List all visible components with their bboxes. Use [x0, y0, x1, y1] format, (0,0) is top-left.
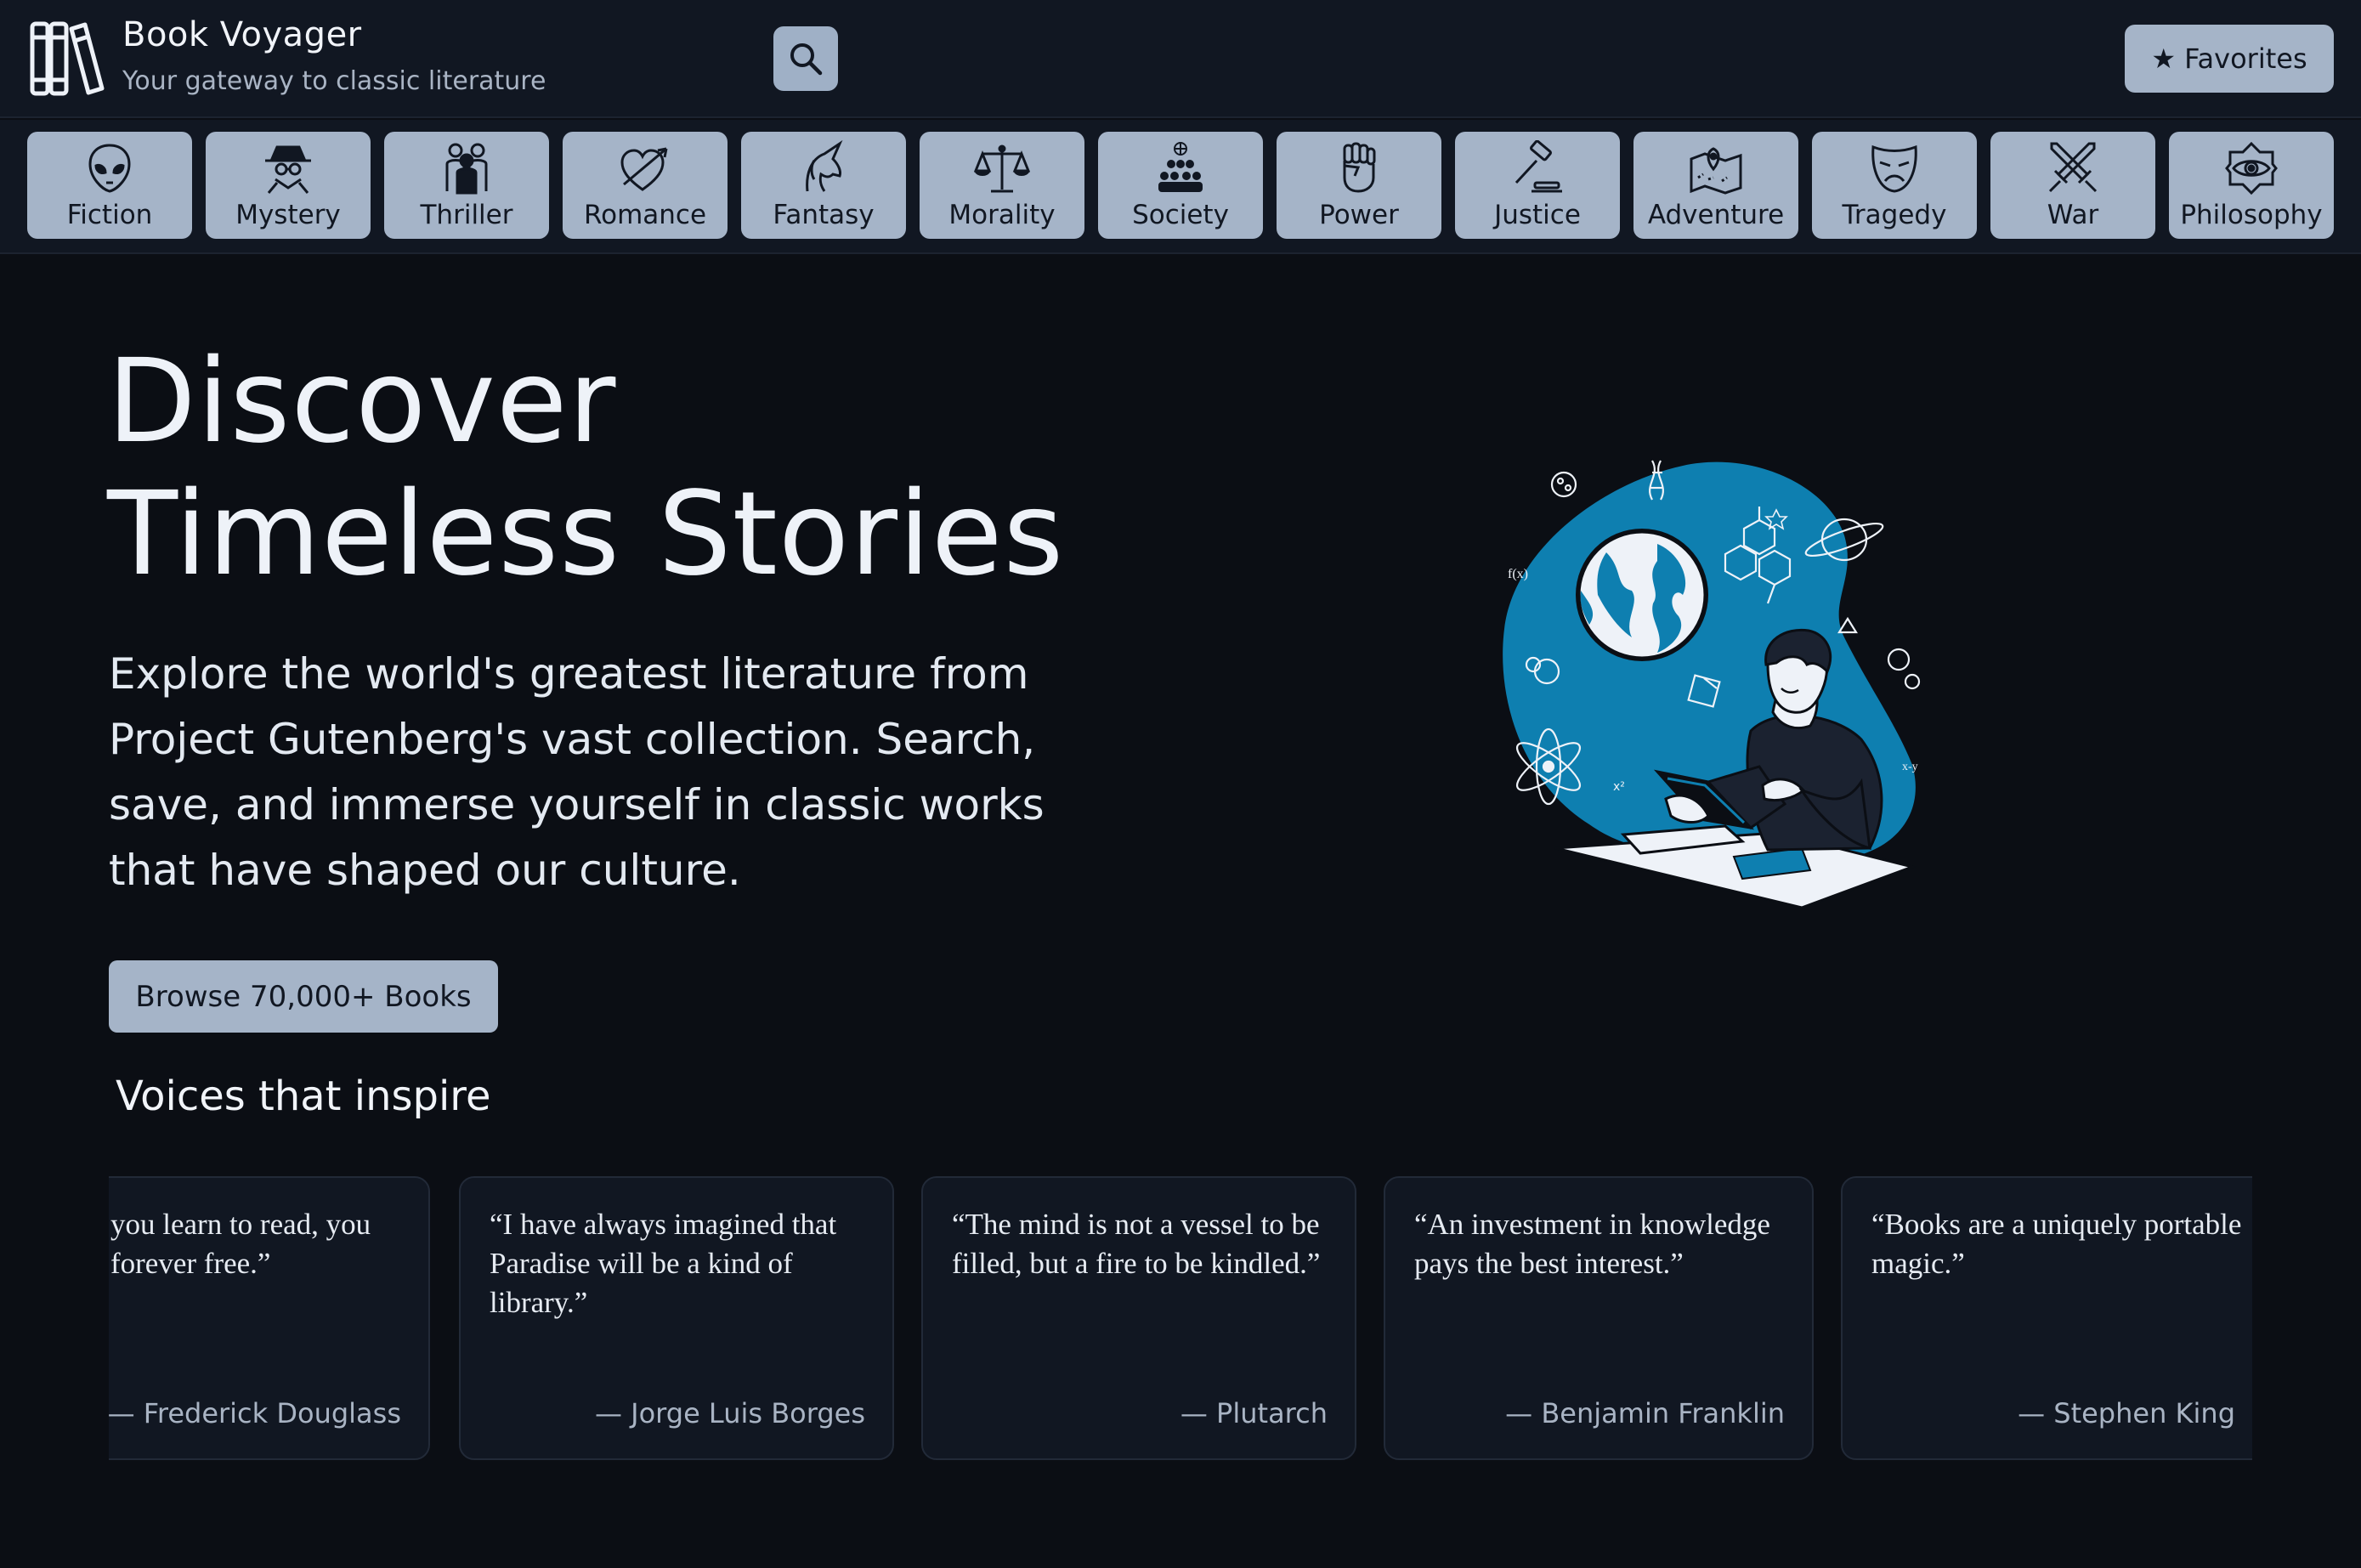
spy-icon	[265, 145, 311, 194]
unicorn-icon	[806, 140, 843, 192]
scales-icon	[974, 144, 1030, 193]
hero-title-line1: Discover	[107, 335, 617, 469]
voices-title: Voices that inspire	[116, 1073, 491, 1120]
books-logo-icon[interactable]	[29, 19, 105, 99]
category-justice[interactable]: Justice	[1455, 132, 1620, 239]
quote-card: “The mind is not a vessel to be filled, …	[921, 1176, 1356, 1460]
category-label: Thriller	[420, 200, 513, 230]
top-header: Book Voyager Your gateway to classic lit…	[0, 0, 2361, 118]
quote-author: — Stephen King	[2018, 1397, 2235, 1429]
app-title: Book Voyager	[122, 15, 362, 54]
quote-text: “Books are a uniquely portable magic.”	[1871, 1208, 2242, 1280]
category-label: Mystery	[235, 200, 341, 230]
category-label: Philosophy	[2180, 200, 2323, 230]
category-label: Fiction	[66, 200, 153, 230]
category-label: War	[2047, 200, 2099, 230]
category-label: Fantasy	[773, 200, 875, 230]
app-subtitle: Your gateway to classic literature	[122, 66, 546, 96]
category-power[interactable]: Power	[1277, 132, 1441, 239]
category-war[interactable]: War	[1990, 132, 2155, 239]
category-adventure[interactable]: Adventure	[1633, 132, 1798, 239]
heart-arrow-icon	[620, 147, 668, 191]
silhouettes-icon	[445, 143, 488, 195]
category-mystery[interactable]: Mystery	[206, 132, 371, 239]
search-icon	[790, 43, 823, 76]
category-morality[interactable]: Morality	[920, 132, 1084, 239]
quote-card: “I have always imagined that Paradise wi…	[459, 1176, 894, 1460]
favorites-label: Favorites	[2184, 42, 2307, 75]
category-romance[interactable]: Romance	[563, 132, 728, 239]
category-label: Justice	[1494, 200, 1581, 230]
sad-mask-icon	[1871, 144, 1917, 193]
category-label: Romance	[583, 200, 707, 230]
svg-text:f(x): f(x)	[1508, 567, 1528, 581]
quote-text: “I have always imagined that Paradise wi…	[490, 1208, 837, 1319]
hero-title: Discover Timeless Stories	[107, 336, 1064, 601]
quote-author: — Plutarch	[1180, 1397, 1328, 1429]
quote-author: — Benjamin Franklin	[1505, 1397, 1785, 1429]
category-society[interactable]: Society	[1098, 132, 1263, 239]
category-label: Society	[1132, 200, 1229, 230]
quote-card: “Books are a uniquely portable magic.” —…	[1841, 1176, 2252, 1460]
hero-title-line2: Timeless Stories	[107, 467, 1065, 602]
svg-text:x²: x²	[1613, 780, 1625, 794]
quote-author: — Frederick Douglass	[109, 1397, 401, 1429]
map-pin-icon	[1690, 147, 1742, 195]
quote-card: “An investment in knowledge pays the bes…	[1384, 1176, 1814, 1460]
category-fiction[interactable]: Fiction	[27, 132, 192, 239]
category-label: Adventure	[1647, 200, 1785, 230]
category-label: Tragedy	[1842, 200, 1947, 230]
search-button[interactable]	[773, 26, 838, 91]
people-globe-icon	[1158, 142, 1203, 192]
fist-icon	[1343, 142, 1376, 193]
quote-text: “The mind is not a vessel to be filled, …	[952, 1208, 1321, 1280]
browse-books-button[interactable]: Browse 70,000+ Books	[109, 960, 498, 1033]
category-thriller[interactable]: Thriller	[384, 132, 549, 239]
quote-text: you learn to read, you forever free.”	[110, 1208, 371, 1280]
quote-text: “An investment in knowledge pays the bes…	[1414, 1208, 1770, 1280]
hero-description: Explore the world's greatest literature …	[109, 649, 1045, 895]
eye-icon	[2225, 141, 2278, 195]
category-philosophy[interactable]: Philosophy	[2169, 132, 2334, 239]
category-fantasy[interactable]: Fantasy	[741, 132, 906, 239]
category-tragedy[interactable]: Tragedy	[1812, 132, 1977, 239]
quote-author: — Jorge Luis Borges	[594, 1397, 865, 1429]
category-label: Morality	[948, 200, 1056, 230]
svg-text:x-y: x-y	[1902, 761, 1918, 773]
category-bar: Fiction Mystery Thriller Romance Fantasy…	[0, 120, 2361, 254]
quotes-carousel[interactable]: you learn to read, you forever free.” — …	[109, 1175, 2252, 1463]
reading-illustration: f(x) x-y x²	[1503, 460, 1921, 909]
quote-card: you learn to read, you forever free.” — …	[109, 1176, 430, 1460]
star-icon: ★	[2151, 42, 2177, 75]
alien-icon	[88, 144, 131, 193]
category-label: Power	[1319, 200, 1399, 230]
gavel-icon	[1515, 140, 1562, 193]
crossed-swords-icon	[2048, 142, 2098, 193]
favorites-button[interactable]: ★ Favorites	[2125, 25, 2334, 93]
